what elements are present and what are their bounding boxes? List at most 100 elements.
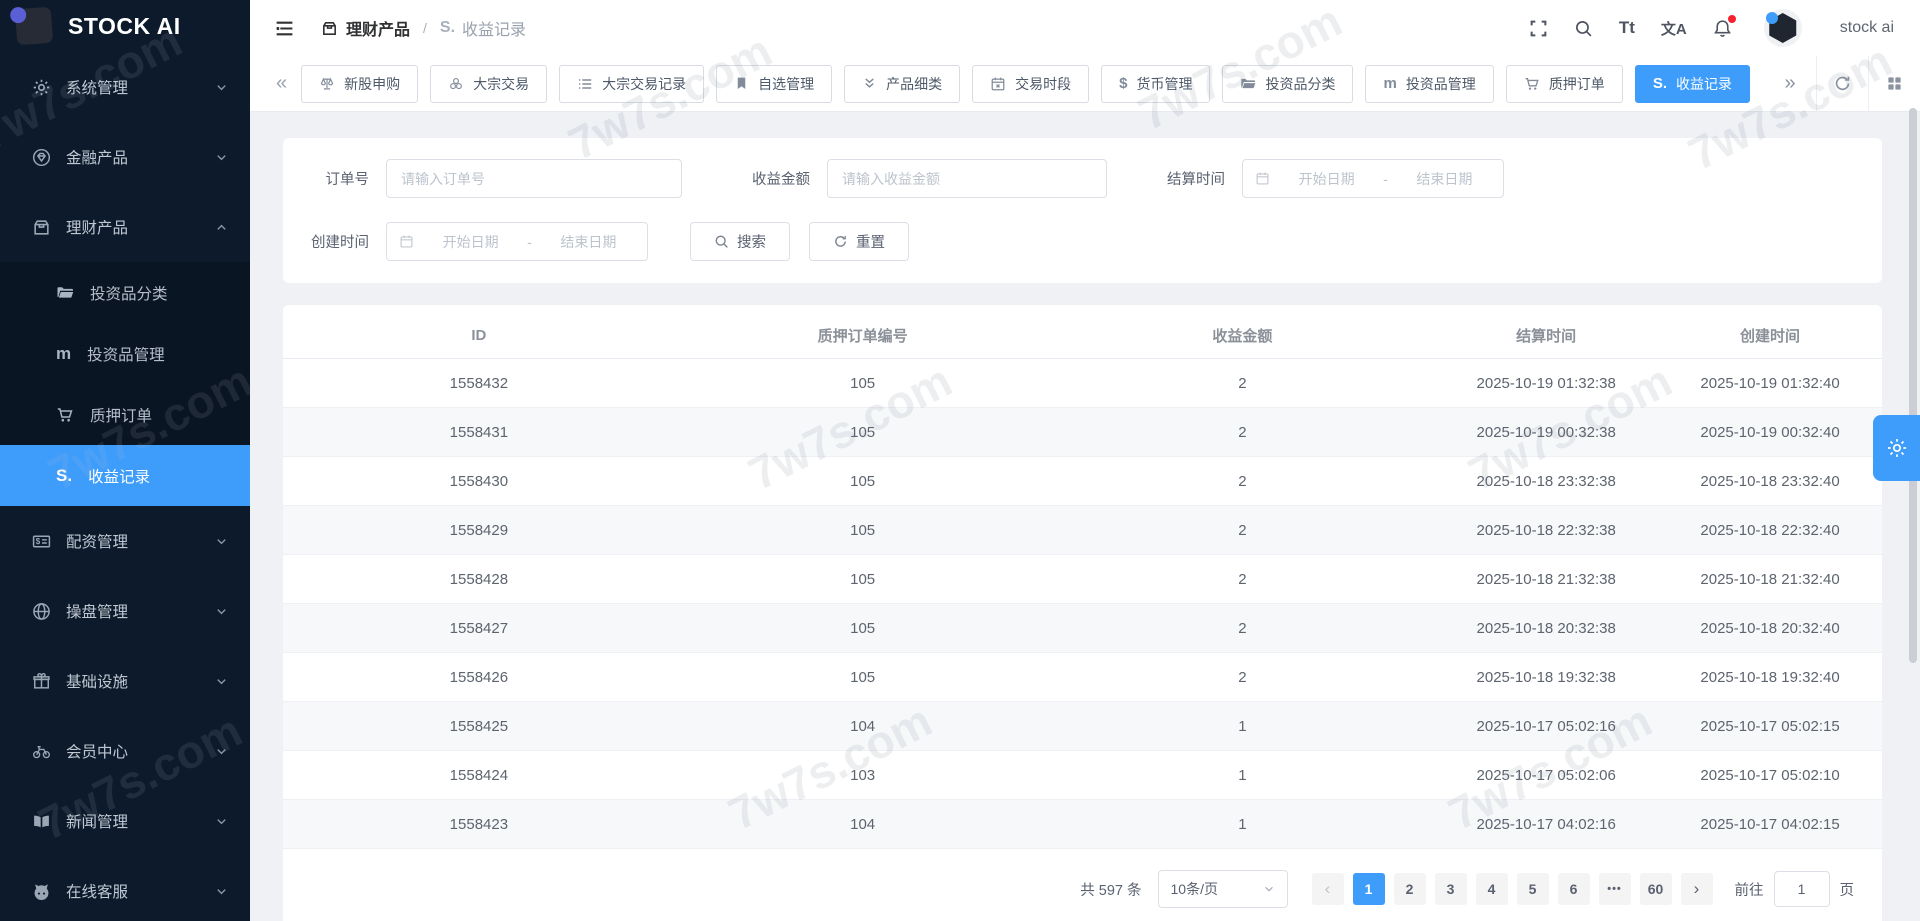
table-row: 1558429 105 2 2025-10-18 22:32:38 2025-1… <box>283 506 1882 555</box>
search-button[interactable]: 搜索 <box>690 222 790 261</box>
m-icon: m <box>56 343 72 363</box>
notification-bell-icon[interactable] <box>1713 14 1736 38</box>
breadcrumb-parent[interactable]: 理财产品 <box>321 16 410 40</box>
translate-icon[interactable]: 文A <box>1661 18 1687 39</box>
create-time-range-picker[interactable]: 开始日期 - 结束日期 <box>386 222 648 261</box>
tab-block-trade-records[interactable]: 大宗交易记录 <box>559 64 705 103</box>
chevron-down-icon <box>215 535 228 548</box>
goto-page: 前往 页 <box>1735 871 1855 907</box>
end-date-placeholder: 结束日期 <box>1416 170 1473 187</box>
tab-pledge-orders[interactable]: 质押订单 <box>1505 64 1623 103</box>
sidebar-item-trading[interactable]: 操盘管理 <box>0 576 250 646</box>
next-page-button[interactable]: › <box>1680 873 1713 905</box>
avatar[interactable] <box>1763 9 1802 47</box>
order-no-input[interactable] <box>386 159 682 198</box>
tabbar-tools: » <box>1764 55 1920 112</box>
cell-create-time: 2025-10-19 00:32:40 <box>1700 423 1840 441</box>
header-actions: Tt 文A stock ai <box>1529 9 1894 47</box>
tab-trading-sessions[interactable]: 交易时段 <box>972 64 1090 103</box>
page-button-3[interactable]: 3 <box>1434 873 1467 905</box>
money-check-icon: $ <box>32 532 51 551</box>
column-header-id: ID <box>471 327 487 344</box>
table-row: 1558426 105 2 2025-10-18 19:32:38 2025-1… <box>283 653 1882 702</box>
cell-create-time: 2025-10-18 19:32:40 <box>1700 668 1840 686</box>
cell-create-time: 2025-10-18 22:32:40 <box>1700 521 1840 539</box>
date-separator: - <box>527 233 532 250</box>
sidebar-item-wealth[interactable]: 理财产品 <box>0 192 250 262</box>
end-date-placeholder: 结束日期 <box>560 233 617 250</box>
hamburger-menu-icon[interactable] <box>274 18 295 39</box>
settings-fab-button[interactable] <box>1873 415 1920 481</box>
vertical-scrollbar[interactable] <box>1909 108 1917 663</box>
more-pages-button[interactable]: ••• <box>1598 873 1631 905</box>
sidebar-item-profit-records[interactable]: S. 收益记录 <box>0 445 250 506</box>
cell-create-time: 2025-10-17 05:02:10 <box>1700 766 1840 784</box>
page-button-4[interactable]: 4 <box>1475 873 1508 905</box>
cell-id: 1558426 <box>449 668 509 686</box>
grid-layout-icon[interactable] <box>1868 55 1920 112</box>
font-size-icon[interactable]: Tt <box>1619 18 1635 38</box>
sidebar-item-members[interactable]: 会员中心 <box>0 716 250 786</box>
sidebar-item-label: 投资品管理 <box>87 346 165 364</box>
sidebar-item-label: 投资品分类 <box>90 285 168 303</box>
cell-order-no: 105 <box>850 374 876 392</box>
sidebar-item-invest-manage[interactable]: m 投资品管理 <box>0 323 250 384</box>
sidebar-item-invest-category[interactable]: 投资品分类 <box>0 262 250 323</box>
tab-new-stock[interactable]: 新股申购 <box>301 64 419 103</box>
folder-icon <box>56 284 74 302</box>
filter-panel: 订单号 收益金额 结算时间 开始日期 - 结束日期 创建时间 开始日期 <box>283 138 1882 283</box>
table-row: 1558430 105 2 2025-10-18 23:32:38 2025-1… <box>283 457 1882 506</box>
globe-icon <box>32 602 51 621</box>
fullscreen-icon[interactable] <box>1529 19 1548 38</box>
cell-order-no: 105 <box>850 472 876 490</box>
sidebar-item-pledge-orders[interactable]: 质押订单 <box>0 384 250 445</box>
tabs-scroll-right-icon[interactable]: » <box>1764 56 1816 112</box>
page-button-6[interactable]: 6 <box>1557 873 1590 905</box>
refresh-icon[interactable] <box>1816 55 1868 112</box>
cat-icon <box>32 882 51 901</box>
table-body: 1558432 105 2 2025-10-19 01:32:38 2025-1… <box>283 359 1882 849</box>
s-dollar-icon: S. <box>439 19 456 36</box>
bike-icon <box>32 742 51 761</box>
page-button-last[interactable]: 60 <box>1639 873 1672 905</box>
settle-time-range-picker[interactable]: 开始日期 - 结束日期 <box>1242 159 1504 198</box>
cell-settle-time: 2025-10-18 19:32:38 <box>1476 668 1616 686</box>
profit-amount-input[interactable] <box>827 159 1107 198</box>
prev-page-button[interactable]: ‹ <box>1311 873 1344 905</box>
reset-button[interactable]: 重置 <box>809 222 909 261</box>
cell-id: 1558431 <box>449 423 509 441</box>
goto-page-input[interactable] <box>1773 871 1830 907</box>
table-row: 1558425 104 1 2025-10-17 05:02:16 2025-1… <box>283 702 1882 751</box>
sidebar-item-allocation[interactable]: $ 配资管理 <box>0 506 250 576</box>
page-button-5[interactable]: 5 <box>1516 873 1549 905</box>
sidebar-item-label: 基础设施 <box>66 674 129 691</box>
sidebar-item-label: 质押订单 <box>90 407 153 425</box>
chevron-up-icon <box>215 221 228 234</box>
tab-watchlist[interactable]: 自选管理 <box>716 64 833 103</box>
cell-order-no: 104 <box>850 717 876 735</box>
page-button-1[interactable]: 1 <box>1352 873 1385 905</box>
tab-product-subtypes[interactable]: 产品细类 <box>844 64 961 103</box>
table-row: 1558431 105 2 2025-10-19 00:32:38 2025-1… <box>283 408 1882 457</box>
page-button-2[interactable]: 2 <box>1393 873 1426 905</box>
create-time-label: 创建时间 <box>311 235 369 251</box>
sidebar-item-support[interactable]: 在线客服 <box>0 856 250 921</box>
tab-profit-records[interactable]: S. 收益记录 <box>1634 64 1750 103</box>
folder-icon <box>1240 76 1256 92</box>
user-name[interactable]: stock ai <box>1840 19 1894 37</box>
logo-text: STOCK AI <box>68 12 181 39</box>
tab-invest-category[interactable]: 投资品分类 <box>1222 64 1354 103</box>
calendar-icon <box>990 76 1006 92</box>
tab-invest-manage[interactable]: m 投资品管理 <box>1365 64 1494 103</box>
sidebar-item-news[interactable]: 新闻管理 <box>0 786 250 856</box>
sidebar-item-finance[interactable]: 金融产品 <box>0 122 250 192</box>
tab-currency-manage[interactable]: $ 货币管理 <box>1101 64 1211 103</box>
search-icon[interactable] <box>1574 19 1593 38</box>
sidebar-item-infrastructure[interactable]: 基础设施 <box>0 646 250 716</box>
per-page-select[interactable]: 10条/页 <box>1157 870 1288 908</box>
balance-icon <box>319 76 335 92</box>
tabs-scroll-left-icon[interactable]: « <box>266 72 297 95</box>
tab-block-trade[interactable]: 大宗交易 <box>430 64 548 103</box>
page-suffix: 页 <box>1839 882 1855 899</box>
sidebar-item-system[interactable]: 系统管理 <box>0 52 250 122</box>
